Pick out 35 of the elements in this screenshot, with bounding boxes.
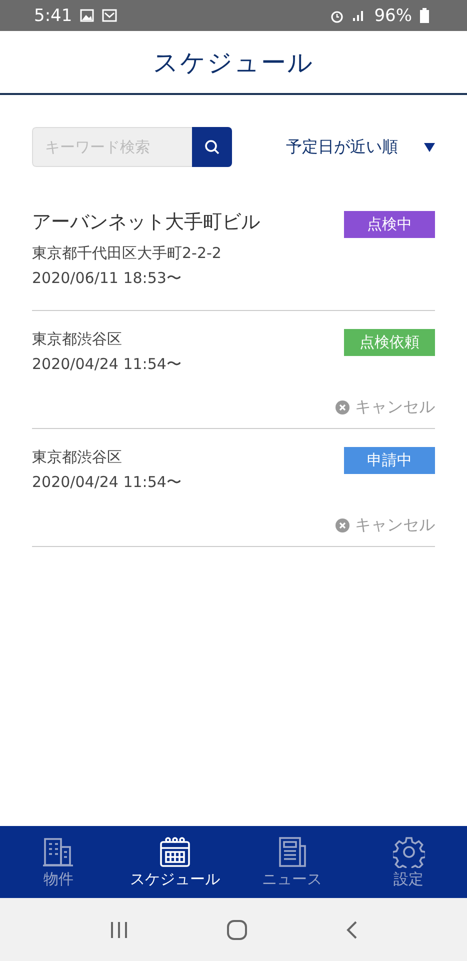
page-title: スケジュール bbox=[153, 46, 314, 78]
nav-tab[interactable]: 設定 bbox=[354, 836, 464, 888]
settings-icon bbox=[392, 836, 425, 868]
sort-dropdown[interactable]: 予定日が近い順 bbox=[286, 136, 435, 158]
cancel-button[interactable]: キャンセル bbox=[335, 397, 435, 418]
cancel-button[interactable]: キャンセル bbox=[335, 515, 435, 536]
status-badge: 申請中 bbox=[344, 447, 435, 474]
address: 東京都渋谷区 bbox=[32, 329, 123, 350]
schedule-date: 2020/04/24 11:54〜 bbox=[32, 354, 182, 375]
building-icon bbox=[42, 836, 74, 868]
address: 東京都渋谷区 bbox=[32, 447, 123, 468]
address: 東京都千代田区大手町2-2-2 bbox=[32, 243, 222, 264]
nav-tab[interactable]: スケジュール bbox=[120, 836, 230, 888]
property-name: アーバンネット大手町ビル bbox=[32, 210, 260, 235]
nav-tab[interactable]: 物件 bbox=[3, 836, 114, 888]
status-badge: 点検中 bbox=[344, 211, 435, 238]
home-icon[interactable] bbox=[226, 918, 248, 940]
status-time: 5:41 bbox=[34, 6, 72, 26]
image-icon bbox=[80, 9, 94, 22]
search-icon bbox=[204, 139, 220, 155]
close-icon bbox=[335, 400, 350, 415]
calendar-icon bbox=[159, 836, 192, 868]
back-icon[interactable] bbox=[344, 920, 358, 940]
status-badge: 点検依頼 bbox=[344, 329, 435, 356]
schedule-date: 2020/06/11 18:53〜 bbox=[32, 268, 182, 289]
close-icon bbox=[335, 518, 350, 533]
mail-icon bbox=[102, 9, 118, 22]
recent-apps-icon[interactable] bbox=[108, 920, 128, 938]
dropdown-arrow-icon bbox=[424, 142, 435, 152]
battery-percent: 96% bbox=[374, 6, 412, 26]
nav-tab[interactable]: ニュース bbox=[236, 836, 347, 888]
schedule-date: 2020/04/24 11:54〜 bbox=[32, 472, 182, 493]
search-button[interactable] bbox=[192, 127, 232, 167]
battery-icon bbox=[420, 8, 429, 23]
alarm-icon bbox=[330, 8, 344, 22]
